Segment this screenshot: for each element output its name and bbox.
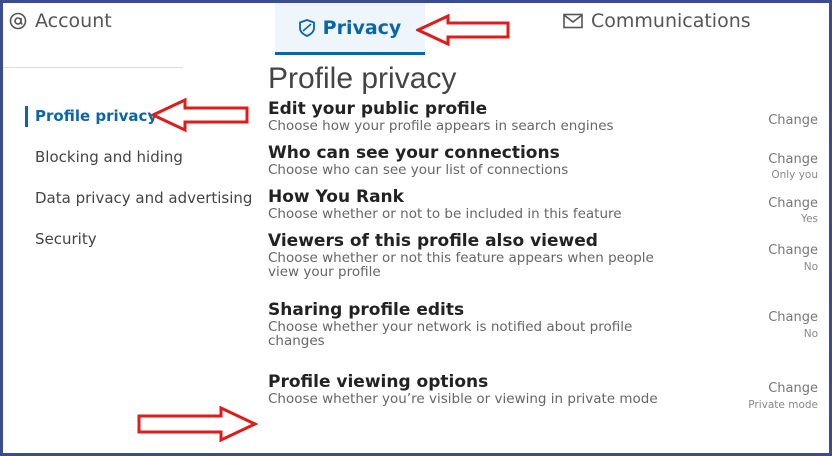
setting-description: Choose whether or not to be included in …	[268, 206, 622, 222]
setting-description: Choose how your profile appears in searc…	[268, 118, 614, 134]
sidebar-item-blocking-and-hiding[interactable]: Blocking and hiding	[25, 144, 265, 171]
setting-who-can-see-connections: Who can see your connections Choose who …	[268, 143, 828, 187]
setting-value: Private mode	[748, 399, 818, 411]
page-title: Profile privacy	[268, 62, 457, 95]
tab-account[interactable]: Account	[9, 3, 112, 41]
setting-edit-public-profile: Edit your public profile Choose how your…	[268, 99, 828, 143]
tab-privacy[interactable]: Privacy	[275, 3, 425, 55]
shield-icon	[298, 18, 315, 37]
sidebar-item-security[interactable]: Security	[25, 226, 265, 253]
annotation-arrow-profile-viewing-options	[137, 405, 259, 443]
tab-communications-label: Communications	[591, 10, 751, 32]
main-content: Profile privacy Edit your public profile…	[268, 61, 828, 416]
annotation-arrow-profile-privacy	[151, 97, 249, 133]
setting-viewers-also-viewed: Viewers of this profile also viewed Choo…	[268, 231, 828, 300]
setting-profile-viewing-options: Profile viewing options Choose whether y…	[268, 372, 828, 416]
setting-title: Sharing profile edits	[268, 300, 465, 320]
change-link[interactable]: Change	[768, 196, 818, 211]
sidebar-item-data-privacy-and-advertising[interactable]: Data privacy and advertising	[25, 185, 265, 212]
change-link[interactable]: Change	[768, 243, 818, 258]
tab-privacy-label: Privacy	[322, 16, 402, 39]
setting-value: No	[803, 328, 818, 340]
change-link[interactable]: Change	[768, 152, 818, 167]
setting-description: Choose whether you’re visible or viewing…	[268, 391, 658, 407]
setting-sharing-profile-edits: Sharing profile edits Choose whether you…	[268, 300, 828, 372]
setting-title: Profile viewing options	[268, 372, 489, 392]
setting-title: Viewers of this profile also viewed	[268, 231, 598, 251]
setting-description: Choose whether or not this feature appea…	[268, 250, 654, 280]
setting-value: Only you	[771, 169, 818, 181]
setting-title: Edit your public profile	[268, 99, 488, 119]
window-frame: Account Privacy Communications Profile p…	[0, 0, 832, 456]
change-link[interactable]: Change	[768, 113, 818, 128]
setting-description: Choose who can see your list of connecti…	[268, 162, 569, 178]
setting-title: How You Rank	[268, 187, 404, 207]
tab-account-label: Account	[35, 10, 112, 32]
tab-communications[interactable]: Communications	[563, 3, 751, 41]
annotation-arrow-privacy-tab	[416, 13, 510, 47]
setting-value: No	[803, 261, 818, 273]
change-link[interactable]: Change	[768, 381, 818, 396]
change-link[interactable]: Change	[768, 310, 818, 325]
header-divider	[3, 67, 183, 68]
setting-value: Yes	[801, 213, 818, 225]
setting-how-you-rank: How You Rank Choose whether or not to be…	[268, 187, 828, 231]
setting-title: Who can see your connections	[268, 143, 560, 163]
at-sign-icon	[9, 12, 27, 30]
setting-description: Choose whether your network is notified …	[268, 319, 633, 349]
envelope-icon	[563, 13, 583, 29]
